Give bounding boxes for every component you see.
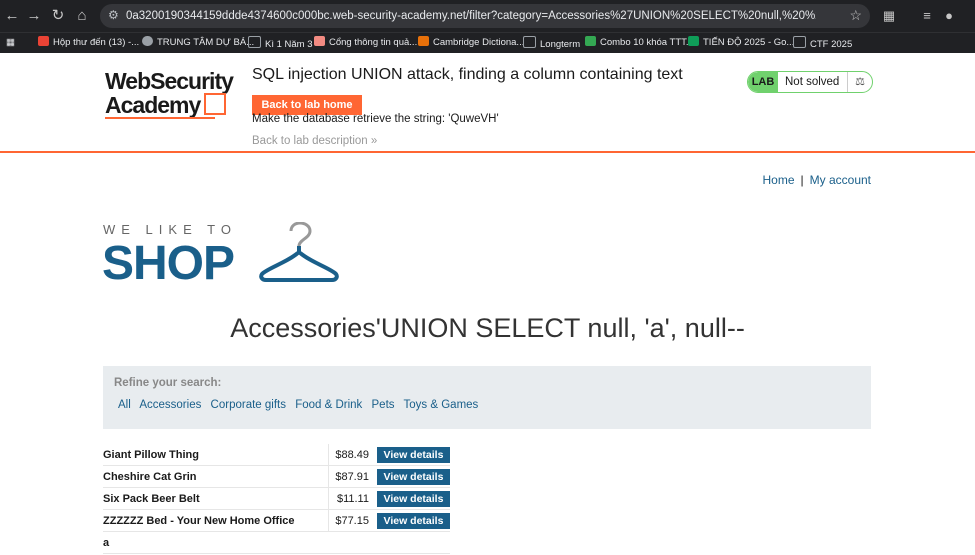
- table-row: a: [103, 531, 450, 554]
- lab-title: SQL injection UNION attack, finding a co…: [252, 66, 683, 83]
- view-details-button[interactable]: View details: [376, 512, 450, 529]
- status-badge: LAB: [748, 72, 778, 92]
- folder-icon: [793, 36, 806, 48]
- view-details-button[interactable]: View details: [376, 490, 450, 507]
- bookmark-item[interactable]: Kì 1 Năm 3: [248, 36, 313, 50]
- lab-status-widget: LAB Not solved ⚖: [747, 71, 873, 93]
- hanger-icon: [259, 222, 339, 282]
- view-details-button[interactable]: View details: [376, 446, 450, 463]
- home-link[interactable]: Home: [763, 173, 795, 187]
- site-info-icon[interactable]: ⚙: [108, 8, 122, 22]
- product-name: a: [103, 531, 329, 554]
- category-heading: Accessories'UNION SELECT null, 'a', null…: [230, 313, 745, 343]
- lab-objective: Make the database retrieve the string: '…: [252, 113, 499, 125]
- address-bar[interactable]: ⚙ 0a3200190344159ddde4374600c000bc.web-s…: [100, 4, 870, 28]
- filter-panel: Refine your search: All Accessories Corp…: [103, 366, 871, 429]
- reading-list-icon[interactable]: ≡: [918, 7, 936, 25]
- product-name: ZZZZZZ Bed - Your New Home Office: [103, 509, 329, 532]
- back-to-lab-home-button[interactable]: Back to lab home: [252, 95, 362, 115]
- product-price: $11.11: [328, 487, 377, 510]
- back-to-lab-description-link[interactable]: Back to lab description »: [252, 135, 377, 147]
- profile-icon[interactable]: ●: [940, 7, 958, 25]
- url-text[interactable]: 0a3200190344159ddde4374600c000bc.web-sec…: [126, 8, 816, 24]
- double-chevron-right-icon: »: [367, 135, 378, 147]
- product-table: Giant Pillow Thing $88.49 View details C…: [103, 444, 450, 554]
- product-price: [328, 531, 377, 554]
- filter-link-accessories[interactable]: Accessories: [139, 399, 201, 411]
- filter-link-toys-games[interactable]: Toys & Games: [404, 399, 479, 411]
- folder-icon: [248, 36, 261, 48]
- product-price: $77.15: [328, 509, 377, 532]
- bookmark-star-icon[interactable]: ☆: [849, 7, 862, 24]
- folder-icon: [523, 36, 536, 48]
- shop-logo-text: SHOP: [102, 237, 235, 290]
- filter-label: Refine your search:: [114, 377, 222, 389]
- filter-link-all[interactable]: All: [118, 399, 131, 411]
- web-security-academy-logo[interactable]: WebSecurity Academy: [105, 69, 245, 119]
- lab-header: WebSecurity Academy SQL injection UNION …: [0, 54, 975, 153]
- shop-logo-tagline: WE LIKE TO: [103, 222, 237, 237]
- filter-link-corporate-gifts[interactable]: Corporate gifts: [211, 399, 286, 411]
- gmail-icon: [38, 36, 49, 46]
- bookmark-item[interactable]: Cambridge Dictiona...: [418, 36, 524, 50]
- bookmark-item[interactable]: TIẾN ĐỘ 2025 - Go...: [688, 36, 794, 50]
- sheets-icon: [688, 36, 699, 46]
- bookmark-item[interactable]: TRUNG TÂM DỰ BÁ...: [142, 36, 254, 50]
- cambridge-icon: [418, 36, 429, 46]
- apps-grid-icon[interactable]: ▦: [6, 36, 15, 50]
- filter-link-food-drink[interactable]: Food & Drink: [295, 399, 362, 411]
- product-price: $87.91: [328, 465, 377, 488]
- browser-toolbar: ← → ↻ ⌂ ⚙ 0a3200190344159ddde4374600c000…: [0, 0, 975, 32]
- bookmark-item[interactable]: Cổng thông tin quả...: [314, 36, 417, 50]
- product-name: Six Pack Beer Belt: [103, 487, 329, 510]
- account-nav: Home | My account: [763, 173, 872, 187]
- drive-icon: [585, 36, 596, 46]
- my-account-link[interactable]: My account: [810, 173, 871, 187]
- category-filters: All Accessories Corporate gifts Food & D…: [118, 399, 484, 411]
- flask-icon: ⚖: [847, 72, 872, 92]
- bookmark-item[interactable]: Longterm: [523, 36, 580, 50]
- product-price: $88.49: [328, 444, 377, 466]
- filter-link-pets[interactable]: Pets: [372, 399, 395, 411]
- reload-icon[interactable]: ↻: [48, 6, 68, 26]
- logo-underline: [105, 117, 215, 119]
- bookmarks-bar: ▦ Hộp thư đến (13) -... TRUNG TÂM DỰ BÁ.…: [0, 32, 975, 53]
- table-row: Six Pack Beer Belt $11.11 View details: [103, 487, 450, 510]
- nav-separator: |: [800, 173, 804, 187]
- status-text: Not solved: [785, 76, 840, 88]
- bookmark-item[interactable]: CTF 2025: [793, 36, 852, 50]
- view-details-button[interactable]: View details: [376, 468, 450, 485]
- home-icon[interactable]: ⌂: [72, 6, 92, 26]
- product-name: Giant Pillow Thing: [103, 444, 329, 466]
- bookmark-item[interactable]: Hộp thư đến (13) -...: [38, 36, 139, 50]
- product-name: Cheshire Cat Grin: [103, 465, 329, 488]
- extensions-icon[interactable]: ▦: [880, 7, 898, 25]
- forward-arrow-icon[interactable]: →: [24, 6, 44, 26]
- lightning-bolt-icon: [204, 93, 227, 115]
- portal-icon: [314, 36, 325, 46]
- table-row: Giant Pillow Thing $88.49 View details: [103, 444, 450, 466]
- back-arrow-icon[interactable]: ←: [2, 6, 22, 26]
- globe-icon: [142, 36, 153, 46]
- bookmark-item[interactable]: Combo 10 khóa TTT...: [585, 36, 694, 50]
- table-row: Cheshire Cat Grin $87.91 View details: [103, 465, 450, 488]
- table-row: ZZZZZZ Bed - Your New Home Office $77.15…: [103, 509, 450, 532]
